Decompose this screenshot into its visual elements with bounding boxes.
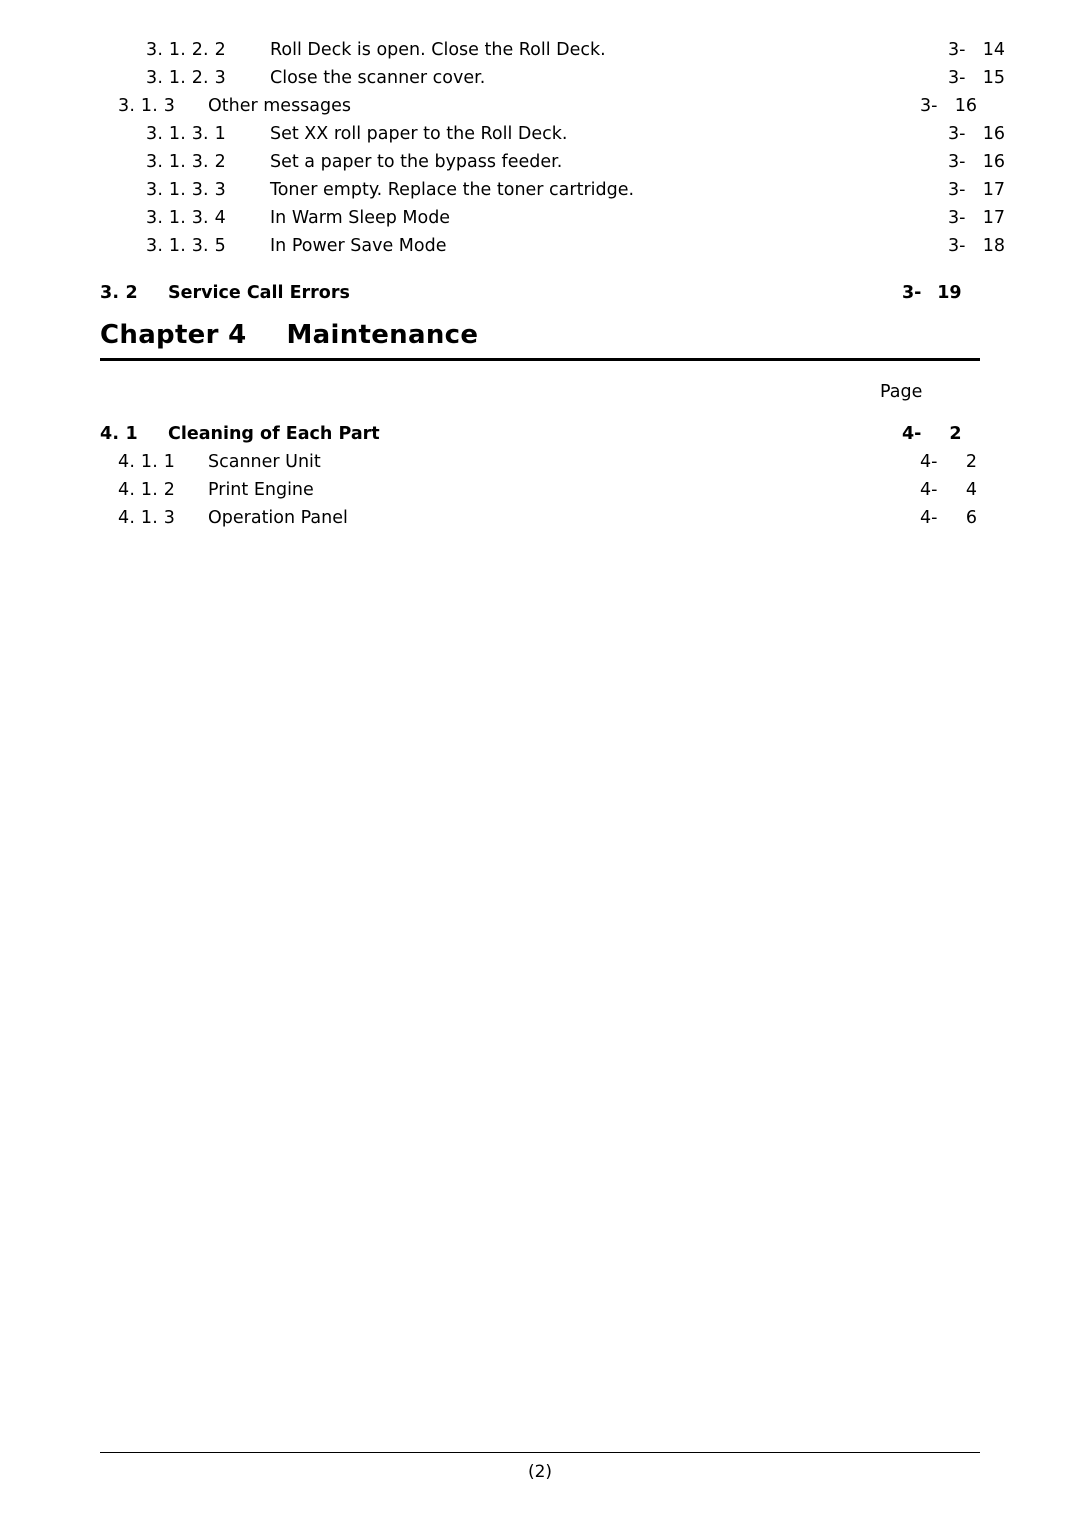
- toc-row-title: Roll Deck is open. Close the Roll Deck.: [270, 40, 606, 60]
- toc-row-page: 3- 14: [948, 40, 1006, 60]
- toc-leader-dots: [497, 82, 944, 83]
- toc-row-number: 3. 1. 3: [118, 96, 176, 116]
- toc-row-number: 3. 1. 3. 5: [146, 236, 226, 256]
- toc-row-title: Service Call Errors: [168, 283, 350, 303]
- toc-row-page: 4- 6: [920, 508, 978, 528]
- toc-row-page: 4- 2: [902, 424, 962, 444]
- toc-leader-dots: [363, 110, 916, 111]
- toc-row-page: 3- 15: [948, 68, 1006, 88]
- toc-row-title: In Power Save Mode: [270, 236, 447, 256]
- toc-row: 4. 1 Cleaning of Each Part 4- 2: [100, 424, 980, 451]
- toc-row-number: 3. 1. 2. 2: [146, 40, 226, 60]
- toc-row-page: 3- 18: [948, 236, 1006, 256]
- toc-row-title: Toner empty. Replace the toner cartridge…: [270, 180, 635, 200]
- document-page: 3. 1. 2. 2 Roll Deck is open. Close the R…: [0, 0, 1080, 1528]
- toc-row: 3. 1. 2. 2 Roll Deck is open. Close the R…: [100, 40, 1026, 67]
- toc-leader-dots: [646, 194, 944, 195]
- toc-row-title: Set XX roll paper to the Roll Deck.: [270, 124, 568, 144]
- toc-row-number: 4. 1: [100, 424, 138, 444]
- toc-row-title: In Warm Sleep Mode: [270, 208, 451, 228]
- toc-row-number: 4. 1. 2: [118, 480, 176, 500]
- chapter-title: Maintenance: [286, 320, 479, 350]
- toc-row-title: Scanner Unit: [208, 452, 321, 472]
- toc-leader-dots: [333, 466, 916, 467]
- toc-row-number: 3. 1. 3. 1: [146, 124, 226, 144]
- toc-leader-dots: [360, 522, 916, 523]
- toc-row-title: Close the scanner cover.: [270, 68, 486, 88]
- toc-row: 3. 1. 3. 1 Set XX roll paper to the Roll …: [100, 124, 1026, 151]
- toc-leader-dots: [326, 494, 916, 495]
- toc-row: 3. 1. 3. 4 In Warm Sleep Mode 3- 17: [100, 208, 1026, 235]
- toc-leader-dots: [574, 166, 944, 167]
- toc-leader-dots: [362, 297, 898, 298]
- toc-row-number: 3. 2: [100, 283, 138, 303]
- table-of-contents-chapter-4: 4. 1 Cleaning of Each Part 4- 2 4. 1. 1 Scan…: [100, 404, 980, 536]
- toc-row-number: 3. 1. 3. 2: [146, 152, 226, 172]
- chapter-heading: Chapter 4 Maintenance: [100, 320, 980, 361]
- toc-row: 4. 1. 1 Scanner Unit 4- 2: [100, 452, 998, 479]
- toc-leader-dots: [579, 138, 944, 139]
- toc-row-page: 3- 16: [948, 152, 1006, 172]
- toc-row-page: 4- 2: [920, 452, 978, 472]
- toc-row-title: Set a paper to the bypass feeder.: [270, 152, 563, 172]
- toc-row-page: 3- 19: [902, 283, 962, 303]
- chapter-label: Chapter 4: [100, 320, 247, 350]
- toc-row: 3. 2 Service Call Errors 3- 19: [100, 283, 980, 310]
- toc-row-title: Other messages: [208, 96, 352, 116]
- toc-leader-dots: [392, 438, 898, 439]
- toc-row-number: 4. 1. 1: [118, 452, 176, 472]
- chapter-divider: [100, 358, 980, 361]
- toc-row-page: 3- 17: [948, 208, 1006, 228]
- toc-row-page: 3- 16: [948, 124, 1006, 144]
- toc-leader-dots: [462, 222, 944, 223]
- page-column-header: Page: [880, 382, 923, 402]
- toc-leader-dots: [459, 250, 945, 251]
- toc-row: 3. 1. 3. 2 Set a paper to the bypass feed…: [100, 152, 1026, 179]
- toc-row: 4. 1. 3 Operation Panel 4- 6: [100, 508, 998, 535]
- table-of-contents-chapter-3: 3. 1. 2. 2 Roll Deck is open. Close the R…: [100, 40, 1005, 311]
- toc-row: 3. 1. 2. 3 Close the scanner cover. 3- 15: [100, 68, 1026, 95]
- toc-row-page: 3- 16: [920, 96, 978, 116]
- toc-row-title: Print Engine: [208, 480, 314, 500]
- toc-row-number: 4. 1. 3: [118, 508, 176, 528]
- toc-row-number: 3. 1. 3. 4: [146, 208, 226, 228]
- toc-row-title: Operation Panel: [208, 508, 348, 528]
- toc-row: 3. 1. 3 Other messages 3- 16: [100, 96, 998, 123]
- toc-row-page: 3- 17: [948, 180, 1006, 200]
- toc-row: 3. 1. 3. 5 In Power Save Mode 3- 18: [100, 236, 1026, 263]
- toc-row-title: Cleaning of Each Part: [168, 424, 380, 444]
- toc-row-number: 3. 1. 2. 3: [146, 68, 226, 88]
- footer-divider: [100, 1452, 980, 1453]
- toc-leader-dots: [618, 54, 944, 55]
- toc-row: 4. 1. 2 Print Engine 4- 4: [100, 480, 998, 507]
- toc-row-page: 4- 4: [920, 480, 978, 500]
- toc-row: 3. 1. 3. 3 Toner empty. Replace the toner…: [100, 180, 1026, 207]
- footer-page-number: (2): [527, 1462, 553, 1482]
- toc-row-number: 3. 1. 3. 3: [146, 180, 226, 200]
